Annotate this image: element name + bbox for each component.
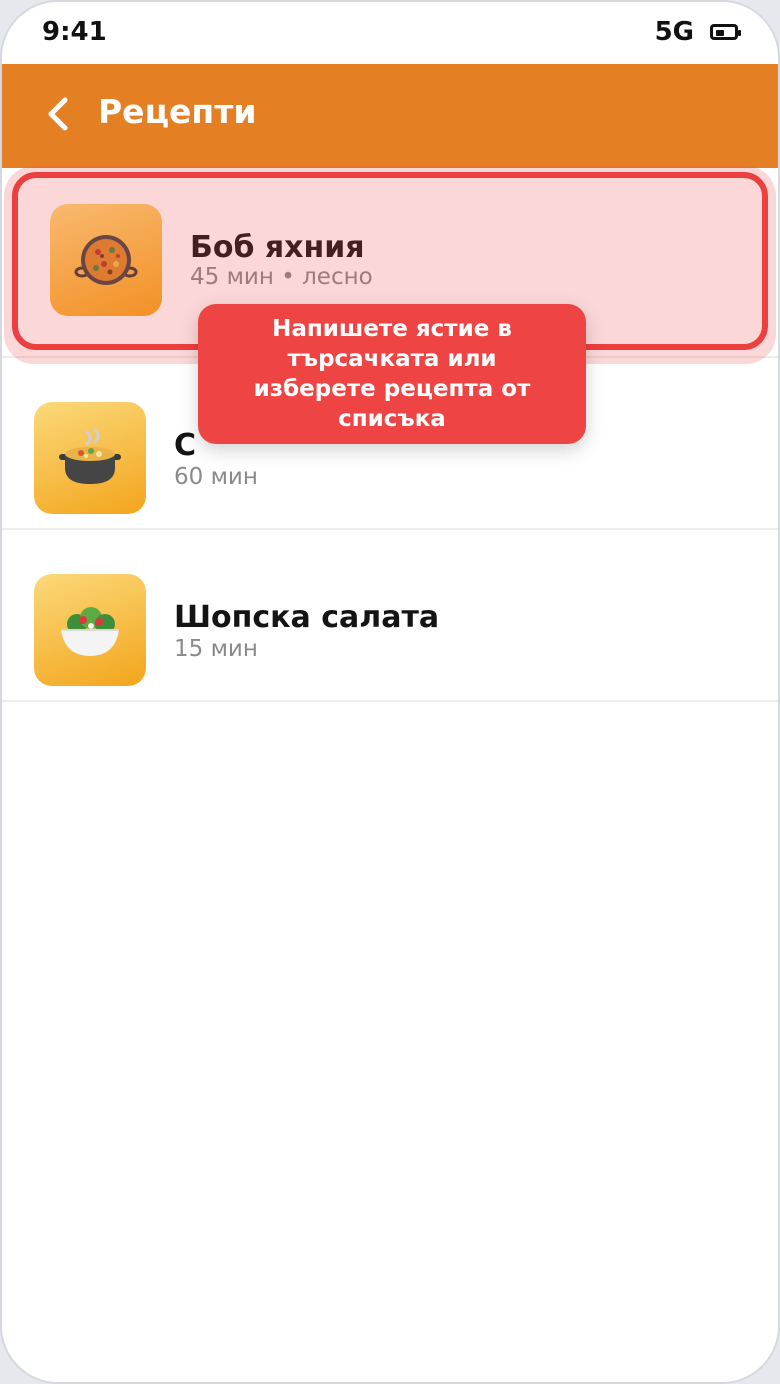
tooltip-line: Напишете ястие в xyxy=(272,316,512,342)
battery-level xyxy=(716,30,724,36)
status-time: 9:41 xyxy=(42,17,107,47)
app-bar: Рецепти xyxy=(2,64,778,168)
recipe-meta: 15 мин xyxy=(174,636,258,662)
salad-bowl-icon xyxy=(61,607,119,656)
recipe-title: Шопска салата xyxy=(174,600,440,635)
status-bar: 9:41 5G xyxy=(2,2,778,64)
battery-icon xyxy=(710,24,741,40)
tooltip-line: търсачката или xyxy=(287,346,497,372)
back-button[interactable] xyxy=(38,92,78,136)
recipe-thumbnail xyxy=(34,402,146,514)
chevron-left-icon xyxy=(48,97,68,131)
recipe-thumbnail xyxy=(34,574,146,686)
recipe-meta: 60 мин xyxy=(174,464,258,490)
tooltip-line: изберете рецепта от xyxy=(253,376,531,402)
phone-screen: 9:41 5G Рецепти Боб яхния 45 мин • лесно… xyxy=(0,0,780,1384)
pot-of-food-icon xyxy=(59,428,121,484)
page-title: Рецепти xyxy=(98,92,257,131)
recipe-title: С xyxy=(174,428,197,463)
recipe-item-shopska-salata[interactable]: Шопска салата 15 мин xyxy=(2,530,778,702)
tooltip-line: списъка xyxy=(338,406,446,432)
onboarding-tooltip: Напишете ястие в търсачката или изберете… xyxy=(198,304,586,444)
network-indicator: 5G xyxy=(654,17,694,47)
